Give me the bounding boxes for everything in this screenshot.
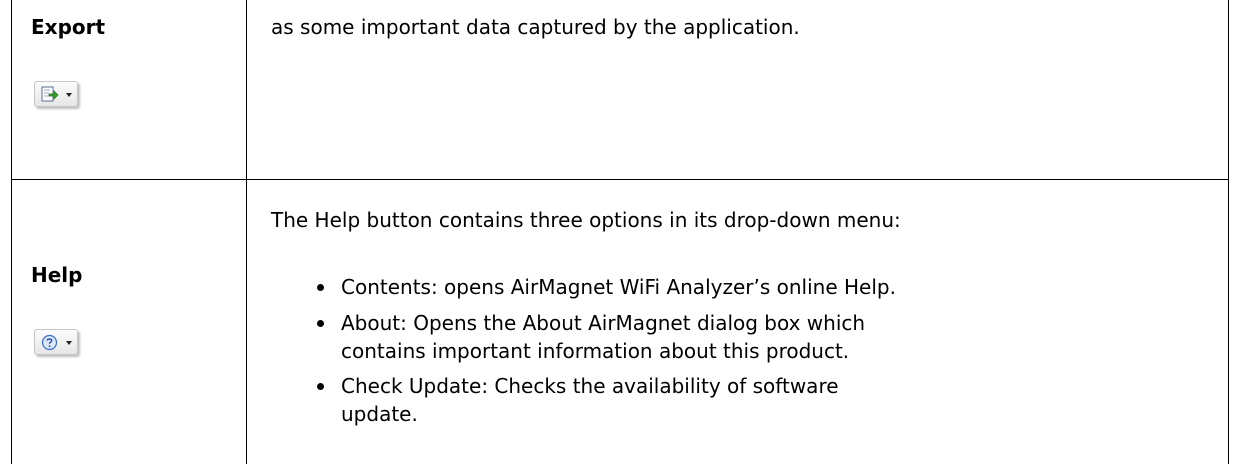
help-icon: [41, 334, 58, 351]
option-contents: Contents: opens AirMagnet WiFi Analyzer’…: [341, 275, 896, 299]
row-divider: [12, 179, 1228, 180]
column-divider: [246, 0, 247, 464]
option-about-line2: contains important information about thi…: [341, 339, 850, 363]
chevron-down-icon: [66, 341, 72, 345]
bullet-marker: [317, 284, 324, 291]
option-about-line1: About: Opens the About AirMagnet dialog …: [341, 311, 866, 335]
option-check-update-line2: update.: [341, 402, 418, 426]
chevron-down-icon: [66, 93, 72, 97]
help-button[interactable]: [34, 329, 78, 355]
option-check-update-line1: Check Update: Checks the availability of…: [341, 374, 839, 398]
bullet-marker: [317, 320, 324, 327]
help-label: Help: [31, 263, 83, 287]
bullet-marker: [317, 383, 324, 390]
export-button[interactable]: [34, 81, 78, 107]
features-table: Export as some important data captured b…: [11, 0, 1229, 464]
export-icon: [41, 86, 59, 102]
help-intro: The Help button contains three options i…: [271, 208, 901, 232]
export-label: Export: [31, 15, 106, 39]
export-description: as some important data captured by the a…: [271, 15, 800, 39]
